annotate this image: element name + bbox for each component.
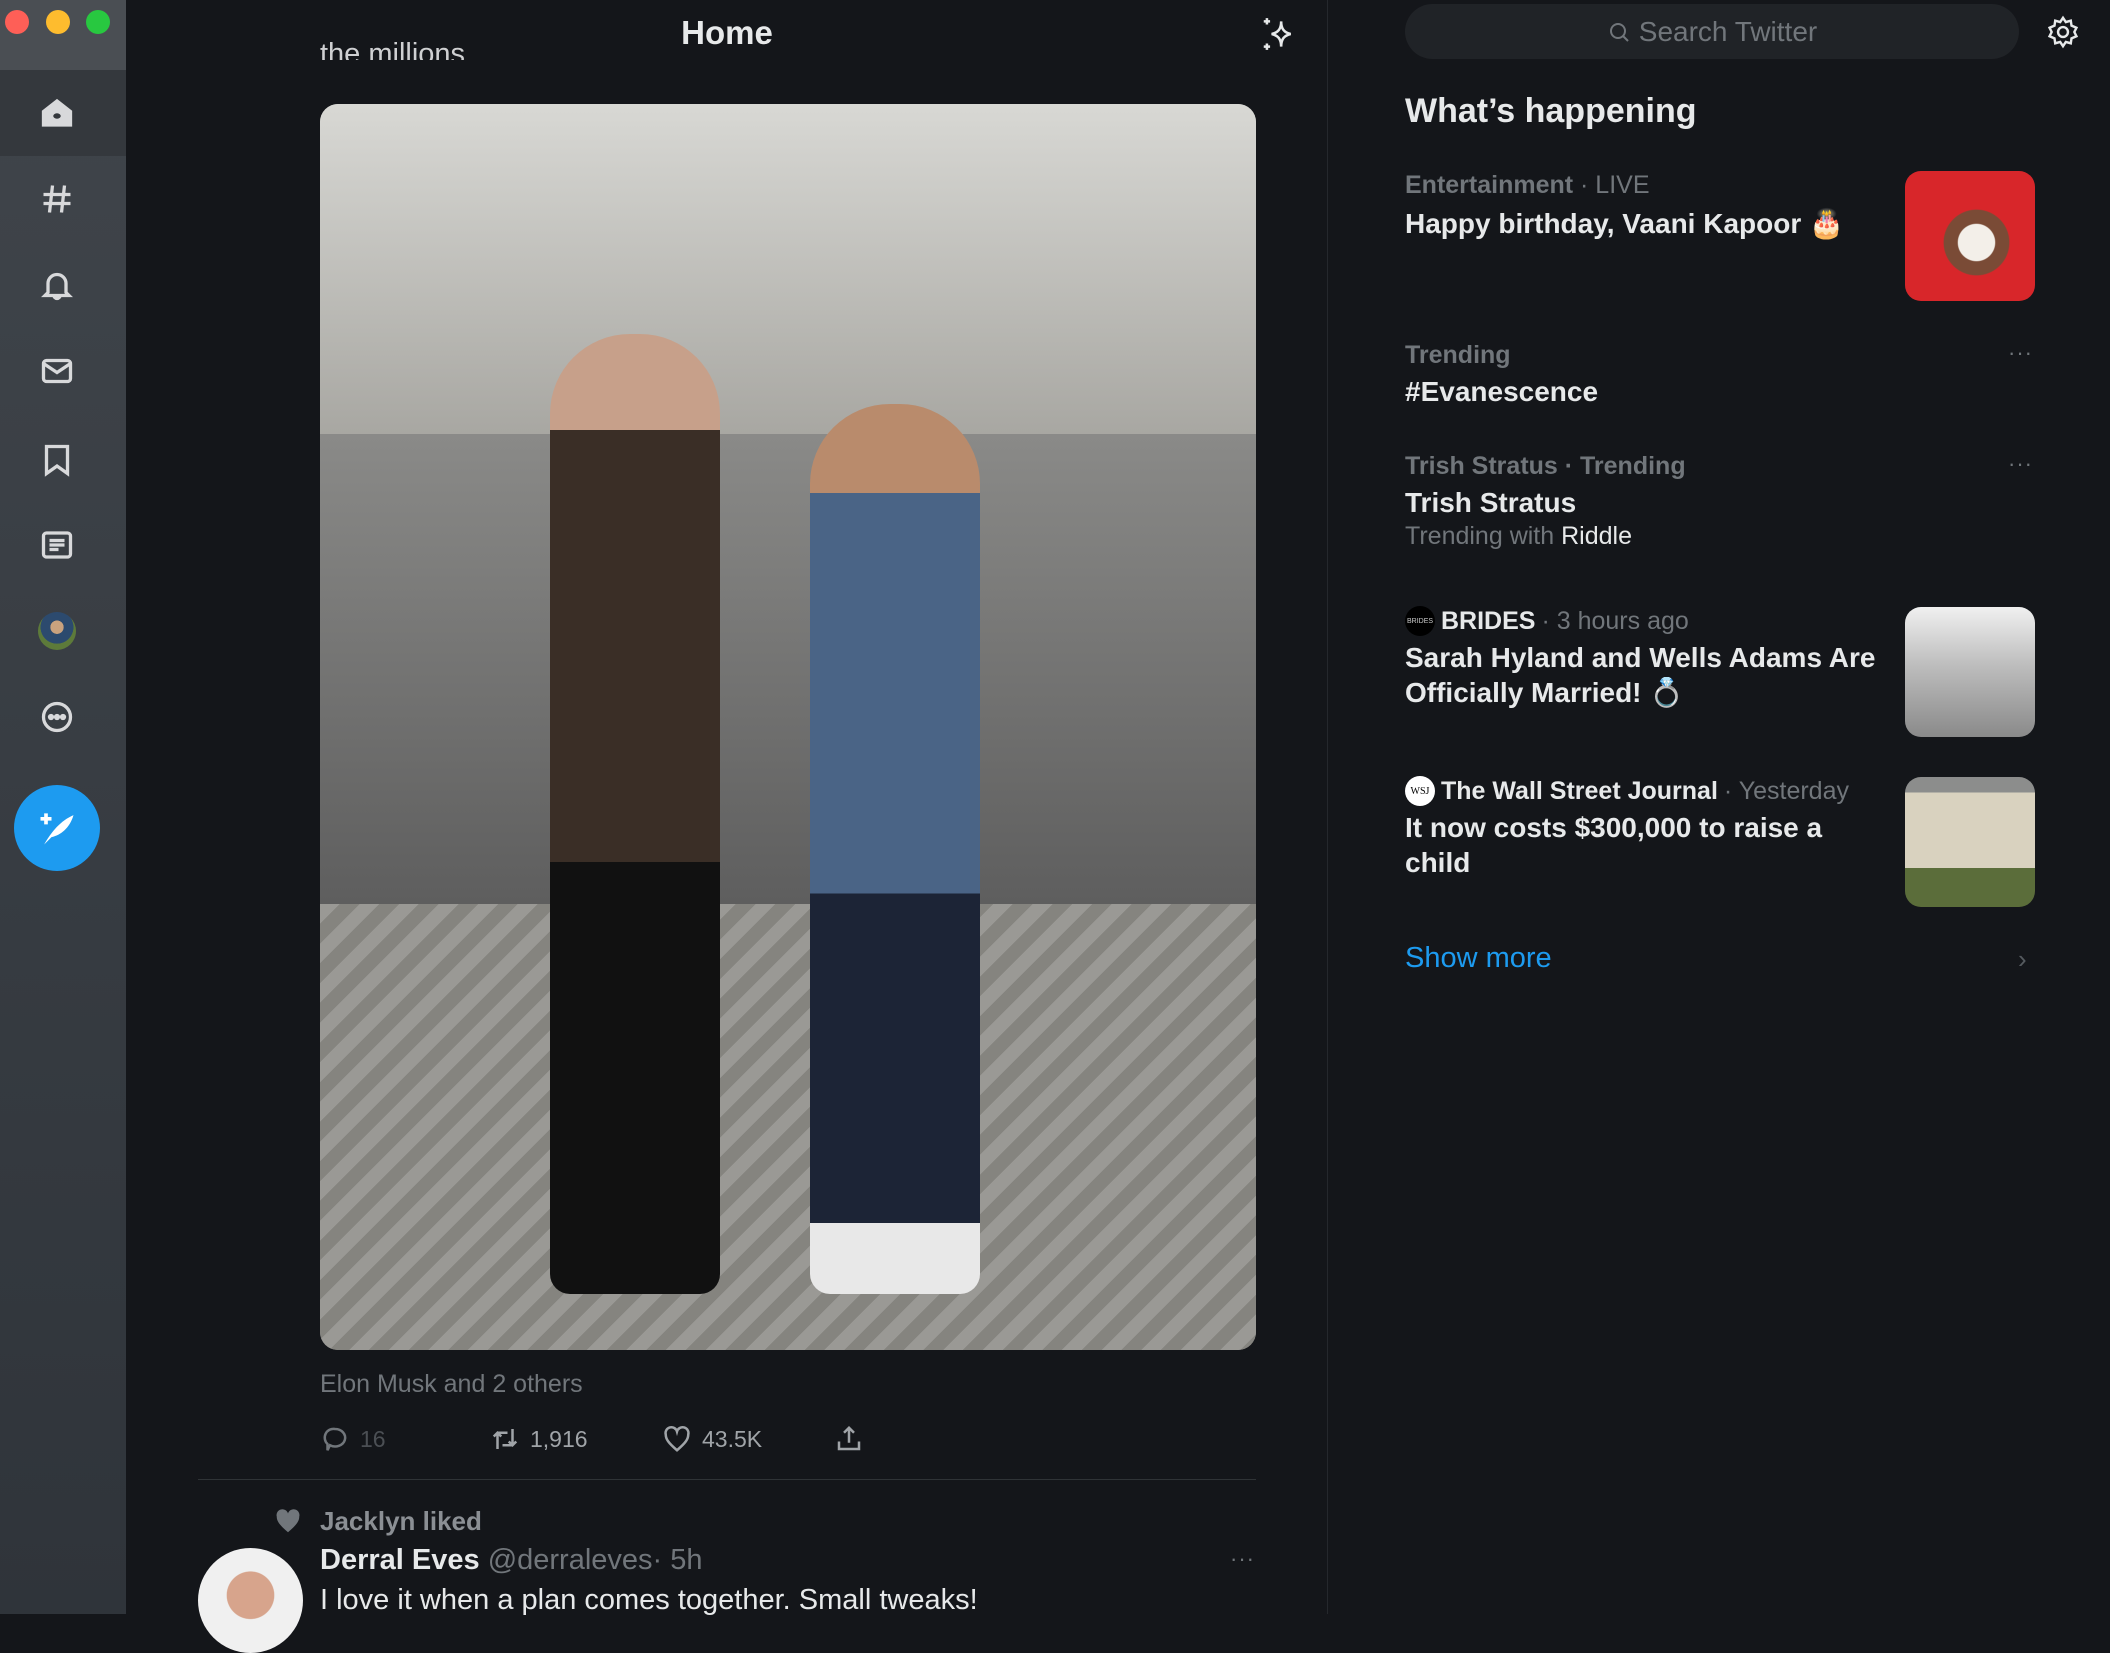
heart-icon [664,1425,690,1452]
tweet-text-partial: the millions [320,38,466,60]
compose-tweet-button[interactable] [14,785,100,871]
news-time: · 3 hours ago [1541,606,1689,635]
tagged-users[interactable]: Elon Musk and 2 others [320,1370,583,1399]
news-item[interactable]: BRIDES BRIDES · 3 hours ago Sarah Hyland … [1405,606,1885,710]
avatar [38,612,76,650]
sparkle-icon [1263,18,1292,50]
trends-title: What’s happening [1405,92,1697,130]
reply-button[interactable]: 16 [320,1424,386,1454]
tweet-text: I love it when a plan comes together. Sm… [320,1584,978,1616]
trending-with-value: Riddle [1561,522,1632,550]
trending-with-label: Trending with [1405,522,1562,550]
trend-item[interactable]: Trending #Evanescence [1405,341,2035,409]
trend-more-button[interactable]: ··· [2008,451,2033,477]
reply-count: 16 [360,1425,386,1452]
sidebar-item-explore[interactable] [33,175,81,223]
tweet-time[interactable]: · 5h [653,1544,703,1576]
trend-live: · LIVE [1573,171,1650,199]
tweet-author-avatar[interactable] [198,1548,303,1653]
chevron-right-icon[interactable]: › [2018,944,2027,975]
tweet-header: Derral Eves @derraleves· 5h [320,1544,703,1577]
like-button[interactable]: 43.5K [662,1424,762,1454]
brides-logo: BRIDES [1405,606,1435,636]
tweet-divider [198,1479,1256,1480]
reply-icon [323,1427,347,1451]
minimize-window-button[interactable] [46,10,70,34]
titlebar [0,0,126,70]
sidebar-item-notifications[interactable] [33,261,81,309]
list-icon [41,531,73,559]
mail-icon [41,358,73,384]
more-circle-icon [41,701,73,733]
trend-category: Entertainment [1405,171,1574,199]
close-window-button[interactable] [5,10,29,34]
retweet-count: 1,916 [530,1425,588,1452]
zoom-window-button[interactable] [86,10,110,34]
trend-headline: #Evanescence [1405,376,1599,407]
show-more-link[interactable]: Show more [1405,942,1552,975]
news-source: BRIDES [1441,606,1536,635]
share-button[interactable] [834,1424,864,1460]
social-context[interactable]: Jacklyn liked [320,1506,482,1537]
page-title: Home [681,14,773,51]
sidebar [0,0,126,1614]
bell-icon [41,272,73,301]
sidebar-item-home[interactable] [33,89,81,137]
search-icon [1609,22,1629,42]
bookmark-icon [44,444,70,477]
news-headline: It now costs $300,000 to raise a child [1405,812,1823,878]
search-input[interactable]: Search Twitter [1405,4,2019,59]
news-source: The Wall Street Journal [1441,776,1718,805]
top-tweets-button[interactable] [1259,14,1297,59]
trend-category: Trish Stratus · Trending [1405,452,1686,480]
retweet-button[interactable]: 1,916 [490,1424,588,1454]
wsj-logo: WSJ [1405,776,1435,806]
trend-headline: Trish Stratus [1405,487,1577,518]
news-headline: Sarah Hyland and Wells Adams Are Officia… [1405,642,1876,708]
sidebar-item-lists[interactable] [33,521,81,569]
column-divider [1327,0,1328,1614]
tweet-photo[interactable] [320,104,1256,1350]
news-time: · Yesterday [1723,776,1849,805]
share-icon [837,1425,861,1451]
search-placeholder: Search Twitter [1638,15,1818,47]
hashtag-icon [43,185,71,213]
liked-heart-icon [273,1506,303,1541]
compose-feather-icon [40,813,74,845]
sidebar-item-bookmarks[interactable] [33,436,81,484]
settings-button[interactable] [2046,15,2080,54]
sidebar-item-messages[interactable] [33,347,81,395]
like-count: 43.5K [702,1425,763,1452]
news-thumbnail [1905,777,2035,907]
author-handle[interactable]: @derraleves [488,1544,653,1576]
sidebar-item-profile[interactable] [33,607,81,655]
trend-category: Trending [1405,341,1511,369]
trend-more-button[interactable]: ··· [2008,340,2033,366]
news-item[interactable]: WSJ The Wall Street Journal · Yesterday I… [1405,776,1905,880]
home-icon [41,98,73,127]
trend-item[interactable]: Trish Stratus · Trending Trish Stratus T… [1405,452,2035,551]
gear-icon [2047,15,2079,49]
news-thumbnail [1905,607,2035,737]
author-name[interactable]: Derral Eves [320,1544,480,1576]
sidebar-item-more[interactable] [33,693,81,741]
retweet-icon [492,1429,518,1449]
tweet-more-button[interactable]: ··· [1230,1546,1255,1572]
trend-thumbnail [1905,171,2035,301]
